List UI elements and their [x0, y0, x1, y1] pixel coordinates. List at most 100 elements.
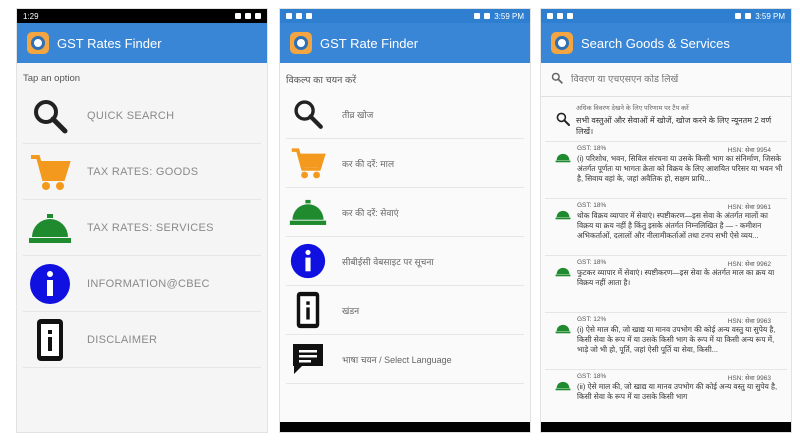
- shopping-cart-icon: [286, 145, 330, 181]
- hsn-code: HSN: सेवा 9963: [727, 318, 771, 325]
- status-bar: 1:29: [17, 9, 267, 23]
- result-description: (ii) ऐसे माल की, जो खाद्य या मानव उपभोग …: [577, 382, 778, 401]
- menu-item-quick-search[interactable]: QUICK SEARCH: [23, 88, 261, 144]
- notification-icon: [306, 13, 312, 19]
- status-icons: 3:59 PM: [474, 12, 524, 21]
- result-meta: GST: 18% HSN: सेवा 9962: [577, 259, 783, 268]
- hsn-code: HSN: सेवा 9961: [727, 204, 771, 211]
- result-item[interactable]: GST: 18% HSN: सेवा 9961 थोक विक्रय व्याप…: [545, 199, 787, 256]
- service-bell-icon: [23, 211, 77, 245]
- info-icon: [286, 243, 330, 279]
- main-menu: तीव्र खोज कर की दरें: माल कर की दरें: से…: [280, 90, 530, 384]
- search-icon: [549, 103, 576, 137]
- app-title: Search Goods & Services: [581, 35, 730, 51]
- menu-item-quick-search[interactable]: तीव्र खोज: [286, 90, 524, 139]
- hsn-code: HSN: सेवा 9954: [727, 147, 771, 154]
- phone-screen-search: 3:59 PM Search Goods & Services अधिक विव…: [540, 8, 792, 433]
- intro-hint: अधिक विवरण देखने के लिए परिणाम पर टैप कर…: [576, 105, 689, 112]
- result-item[interactable]: GST: 18% HSN: सेवा 9954 (i) परिशोध, भवन,…: [545, 142, 787, 199]
- result-body: GST: 12% HSN: सेवा 9963 (i) ऐसे माल की, …: [577, 316, 783, 365]
- app-title: GST Rates Finder: [57, 35, 162, 51]
- intro-text: अधिक विवरण देखने के लिए परिणाम पर टैप कर…: [576, 103, 783, 137]
- service-bell-icon: [286, 197, 330, 227]
- menu-item-disclaimer[interactable]: DISCLAIMER: [23, 312, 261, 368]
- phone-screen-english: 1:29 GST Rates Finder Tap an option QUIC…: [16, 8, 268, 433]
- app-bar: Search Goods & Services: [541, 23, 791, 63]
- wifi-icon: [735, 13, 742, 19]
- result-item[interactable]: GST: 18% HSN: सेवा 9962 फुटकर व्यापार मे…: [545, 256, 787, 313]
- signal-icon: [745, 13, 752, 19]
- phone-info-icon: [23, 318, 77, 362]
- wifi-icon: [235, 13, 241, 19]
- result-meta: GST: 18% HSN: सेवा 9954: [577, 145, 783, 154]
- gst-rate: GST: 18%: [577, 373, 607, 380]
- notification-icons: [286, 13, 312, 19]
- hint-text: Tap an option: [23, 73, 81, 84]
- menu-item-label: सीबीईसी वेबसाइट पर सूचना: [342, 256, 434, 267]
- service-bell-icon: [549, 259, 577, 308]
- service-bell-icon: [549, 373, 577, 422]
- notification-icon: [567, 13, 573, 19]
- hsn-code: HSN: सेवा 9962: [727, 261, 771, 268]
- result-meta: GST: 18% HSN: सेवा 9961: [577, 202, 783, 211]
- menu-item-label: तीव्र खोज: [342, 109, 374, 120]
- search-icon: [286, 97, 330, 131]
- menu-item-label: खंडन: [342, 305, 360, 316]
- notification-icon: [286, 13, 292, 19]
- result-meta: GST: 12% HSN: सेवा 9963: [577, 316, 783, 325]
- menu-item-select-language[interactable]: भाषा चयन / Select Language: [286, 335, 524, 384]
- result-description: (i) परिशोध, भवन, सिविल संरचना या उसके कि…: [577, 154, 783, 183]
- menu-item-label: कर की दरें: सेवाएं: [342, 207, 399, 218]
- menu-item-tax-services[interactable]: कर की दरें: सेवाएं: [286, 188, 524, 237]
- result-item[interactable]: GST: 18% HSN: सेवा 9963 (ii) ऐसे माल की,…: [545, 370, 787, 427]
- result-item[interactable]: GST: 12% HSN: सेवा 9963 (i) ऐसे माल की, …: [545, 313, 787, 370]
- chat-icon: [286, 341, 330, 377]
- menu-item-disclaimer[interactable]: खंडन: [286, 286, 524, 335]
- status-time: 3:59 PM: [755, 11, 785, 21]
- result-meta: GST: 18% HSN: सेवा 9963: [577, 373, 783, 382]
- battery-icon: [255, 13, 261, 19]
- navigation-bar: [541, 422, 791, 432]
- app-logo-icon: [551, 32, 573, 54]
- status-bar: 3:59 PM: [280, 9, 530, 23]
- hint-text: विकल्प का चयन करें: [286, 75, 357, 86]
- menu-item-tax-goods[interactable]: कर की दरें: माल: [286, 139, 524, 188]
- notification-icon: [296, 13, 302, 19]
- result-body: GST: 18% HSN: सेवा 9963 (ii) ऐसे माल की,…: [577, 373, 783, 422]
- service-bell-icon: [549, 202, 577, 251]
- menu-item-label: कर की दरें: माल: [342, 158, 395, 169]
- search-input[interactable]: [571, 74, 761, 85]
- search-results: अधिक विवरण देखने के लिए परिणाम पर टैप कर…: [541, 97, 791, 427]
- info-icon: [23, 263, 77, 305]
- hsn-code: HSN: सेवा 9963: [727, 375, 771, 382]
- search-icon: [551, 71, 563, 89]
- gst-rate: GST: 12%: [577, 316, 607, 323]
- signal-icon: [484, 13, 491, 19]
- search-intro: अधिक विवरण देखने के लिए परिणाम पर टैप कर…: [545, 97, 787, 142]
- status-bar: 3:59 PM: [541, 9, 791, 23]
- menu-item-tax-services[interactable]: TAX RATES: SERVICES: [23, 200, 261, 256]
- status-icons: 3:59 PM: [735, 12, 785, 21]
- gst-rate: GST: 18%: [577, 145, 607, 152]
- signal-icon: [245, 13, 251, 19]
- status-time: 3:59 PM: [494, 11, 524, 21]
- menu-item-information[interactable]: सीबीईसी वेबसाइट पर सूचना: [286, 237, 524, 286]
- service-bell-icon: [549, 145, 577, 194]
- menu-item-information[interactable]: INFORMATION@CBEC: [23, 256, 261, 312]
- result-body: GST: 18% HSN: सेवा 9962 फुटकर व्यापार मे…: [577, 259, 783, 308]
- notification-icons: [547, 13, 573, 19]
- menu-item-label: INFORMATION@CBEC: [87, 277, 210, 290]
- search-bar: [541, 63, 791, 97]
- result-body: GST: 18% HSN: सेवा 9954 (i) परिशोध, भवन,…: [577, 145, 783, 194]
- result-description: थोक विक्रय व्यापार में सेवाएं। स्पष्टीकर…: [577, 211, 768, 240]
- gst-rate: GST: 18%: [577, 202, 607, 209]
- status-time: 1:29: [23, 11, 39, 21]
- search-icon: [23, 96, 77, 136]
- navigation-bar: [280, 422, 530, 432]
- result-description: (i) ऐसे माल की, जो खाद्य या मानव उपभोग क…: [577, 325, 776, 354]
- phone-info-icon: [286, 291, 330, 329]
- notification-icon: [557, 13, 563, 19]
- menu-item-tax-goods[interactable]: TAX RATES: GOODS: [23, 144, 261, 200]
- menu-item-label: QUICK SEARCH: [87, 109, 175, 122]
- gst-rate: GST: 18%: [577, 259, 607, 266]
